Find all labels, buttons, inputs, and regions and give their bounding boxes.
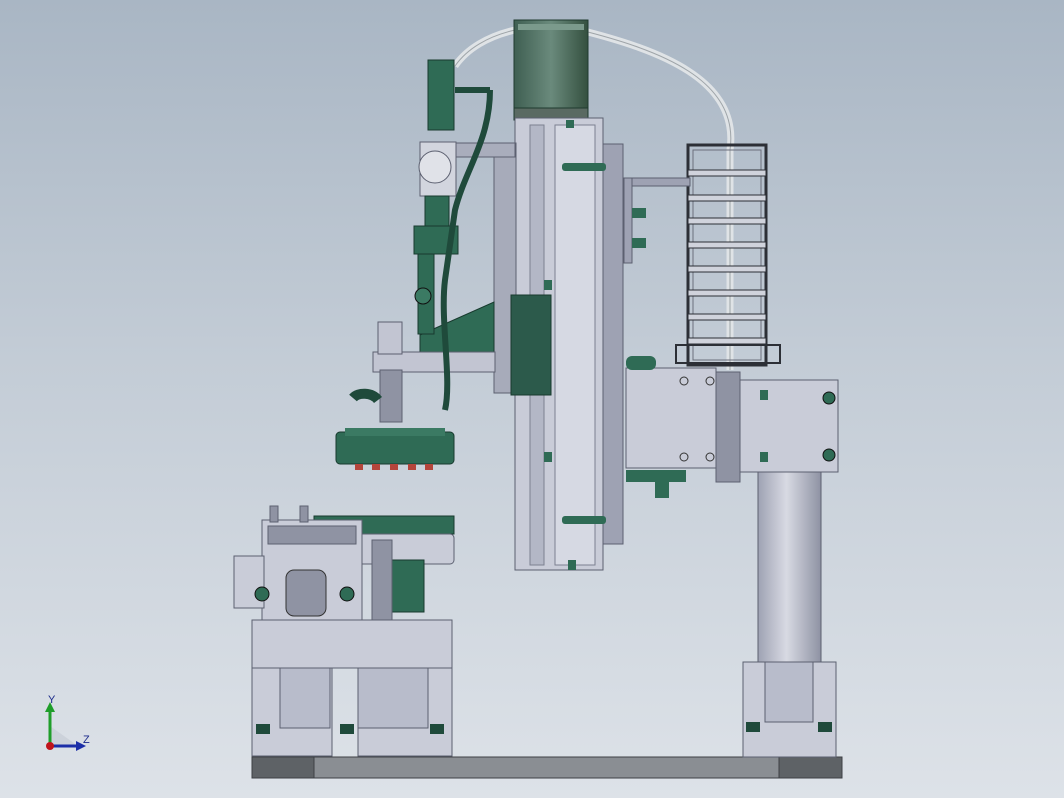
fixture-station[interactable]: [233, 505, 455, 757]
support-column[interactable]: [742, 471, 837, 758]
base-plate[interactable]: [251, 756, 843, 779]
vertical-slide[interactable]: [493, 117, 624, 571]
servo-motor[interactable]: [513, 19, 589, 121]
drag-chain[interactable]: [623, 143, 781, 367]
gripper-head[interactable]: [335, 428, 455, 470]
cad-viewport[interactable]: Y Z: [0, 0, 1064, 798]
origin-dot: [46, 742, 54, 750]
axis-triad[interactable]: Y Z: [38, 694, 98, 760]
cad-model[interactable]: [0, 0, 1064, 798]
z-axis-label: Z: [83, 734, 90, 746]
y-axis-label: Y: [48, 694, 56, 706]
